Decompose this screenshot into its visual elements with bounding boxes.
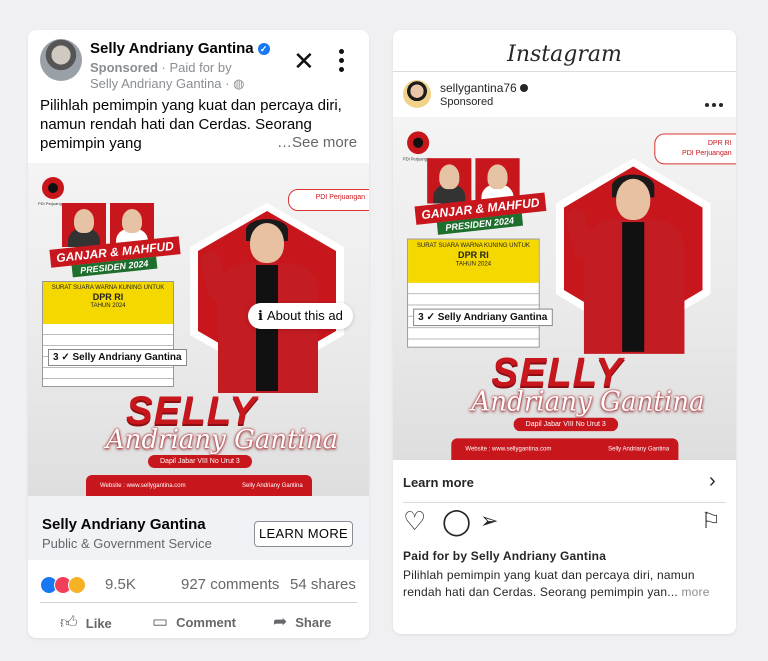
shares-count[interactable]: 54 shares — [290, 576, 356, 593]
see-more-link[interactable]: …See more — [277, 134, 357, 151]
social-handle: Selly Andriany Gantina — [608, 446, 670, 453]
page-name-row: Selly Andriany Gantina ✓ — [90, 40, 270, 57]
pdi-pill-text: PDI Perjuangan — [682, 149, 732, 158]
creative-footer: Website : www.sellygantina.com Selly And… — [86, 475, 312, 496]
caption: Pilihlah pemimpin yang kuat dan percaya … — [403, 567, 728, 601]
about-this-ad-button[interactable]: i About this ad — [248, 303, 353, 329]
creative-fullname: Andriany Gantina — [471, 386, 705, 418]
comment-icon[interactable]: ◯ — [442, 508, 471, 534]
like-button[interactable]: 👍︎ Like — [60, 612, 112, 633]
comment-button[interactable]: ▭ Comment — [152, 612, 236, 632]
caption-text: Pilihlah pemimpin yang kuat dan percaya … — [403, 568, 695, 599]
post-meta: Sponsored · Paid for by Selly Andriany G… — [90, 60, 260, 92]
cta-bar: Selly Andriany Gantina Public & Governme… — [28, 496, 369, 560]
dapil-badge: Dapil Jabar VIII No Urut 3 — [148, 455, 252, 468]
divider — [393, 71, 736, 72]
dpr-pill-text: DPR RI — [707, 139, 732, 147]
globe-icon: ◍ — [233, 76, 245, 91]
divider — [403, 502, 726, 503]
like-icon: 👍︎ — [60, 613, 78, 632]
share-icon: ➦ — [273, 612, 288, 631]
instagram-ad-card: Instagram sellygantina76 Sponsored PDI P… — [393, 30, 736, 634]
ballot-year: TAHUN 2024 — [90, 303, 126, 309]
reactions-count[interactable]: 9.5K — [105, 576, 136, 593]
ballot-title: SURAT SUARA WARNA KUNING UNTUK — [51, 285, 165, 291]
haha-reaction-icon — [68, 576, 86, 594]
comments-count[interactable]: 927 comments — [181, 576, 279, 593]
cta-name[interactable]: Selly Andriany Gantina — [42, 516, 206, 533]
dapil-badge: Dapil Jabar VIII No Urut 3 — [513, 417, 618, 432]
heart-icon[interactable]: ♡ — [403, 508, 426, 534]
profile-avatar[interactable] — [403, 80, 431, 108]
learn-more-button[interactable]: LEARN MORE — [254, 521, 353, 547]
more-horizontal-icon[interactable] — [705, 94, 726, 112]
share-label: Share — [295, 615, 332, 630]
info-icon: i — [258, 309, 263, 324]
verified-icon — [519, 84, 528, 92]
dpr-pill: DPR RI PDI Perjuangan — [654, 133, 736, 165]
page-name[interactable]: Selly Andriany Gantina — [90, 40, 254, 57]
comment-label: Comment — [176, 615, 237, 630]
creative-fullname: Andriany Gantina — [106, 425, 339, 455]
cta-category: Public & Government Service — [42, 536, 212, 551]
website-text: Website : www.sellygantina.com — [100, 483, 186, 489]
sponsored-label[interactable]: Sponsored — [90, 60, 158, 75]
creative-footer: Website : www.sellygantina.com Selly And… — [451, 438, 679, 460]
chevron-right-icon[interactable]: › — [709, 470, 716, 493]
ad-creative-image[interactable]: PDI Perjuangan PDI Perjuangan GANJAR & M… — [28, 163, 369, 496]
sponsored-label[interactable]: Sponsored — [440, 96, 493, 108]
send-icon[interactable]: ➢ — [480, 508, 498, 534]
ballot-dpr: DPR RI — [92, 292, 124, 302]
ballot-dpr: DPR RI — [458, 249, 489, 261]
candidate-portrait — [564, 174, 693, 360]
creative-content: PDI Perjuangan DPR RI PDI Perjuangan GANJ… — [393, 117, 736, 460]
learn-more-link[interactable]: Learn more — [403, 475, 474, 490]
comment-icon: ▭ — [152, 612, 169, 631]
creative-content: PDI Perjuangan PDI Perjuangan GANJAR & M… — [28, 163, 369, 496]
facebook-ad-card: Selly Andriany Gantina ✓ Sponsored · Paid… — [28, 30, 369, 638]
pdi-pill-text: PDI Perjuangan — [315, 194, 365, 201]
instagram-logo: Instagram — [507, 42, 622, 67]
pdi-logo — [42, 177, 64, 199]
ballot-choice-label: 3 ✓ Selly Andriany Gantina — [48, 349, 187, 366]
username[interactable]: sellygantina76 — [440, 81, 517, 95]
ballot-title: SURAT SUARA WARNA KUNING UNTUK — [416, 242, 530, 249]
pdi-logo — [407, 131, 430, 155]
bookmark-icon[interactable]: ⚐ — [701, 508, 721, 534]
like-label: Like — [85, 616, 112, 631]
ballot-card: SURAT SUARA WARNA KUNING UNTUK DPR RI TAHU… — [42, 281, 174, 387]
social-handle: Selly Andriany Gantina — [242, 483, 303, 489]
share-button[interactable]: ➦ Share — [273, 612, 331, 632]
page-avatar[interactable] — [40, 39, 82, 81]
paid-for-label: Paid for by Selly Andriany Gantina — [403, 549, 607, 563]
ad-creative-image[interactable]: PDI Perjuangan DPR RI PDI Perjuangan GANJ… — [393, 117, 736, 460]
username-row: sellygantina76 — [440, 81, 528, 95]
divider — [40, 602, 357, 603]
website-text: Website : www.sellygantina.com — [465, 446, 552, 453]
more-vertical-icon[interactable] — [339, 49, 345, 76]
verified-icon: ✓ — [257, 43, 270, 55]
ballot-choice-label: 3 ✓ Selly Andriany Gantina — [413, 308, 553, 327]
ballot-card: SURAT SUARA WARNA KUNING UNTUK DPR RI TAHU… — [407, 238, 540, 348]
more-link[interactable]: more — [681, 585, 709, 599]
dpr-pill: PDI Perjuangan — [288, 189, 369, 211]
ballot-year: TAHUN 2024 — [455, 261, 492, 268]
about-this-ad-label: About this ad — [266, 308, 343, 323]
close-icon[interactable]: ✕ — [293, 48, 315, 74]
